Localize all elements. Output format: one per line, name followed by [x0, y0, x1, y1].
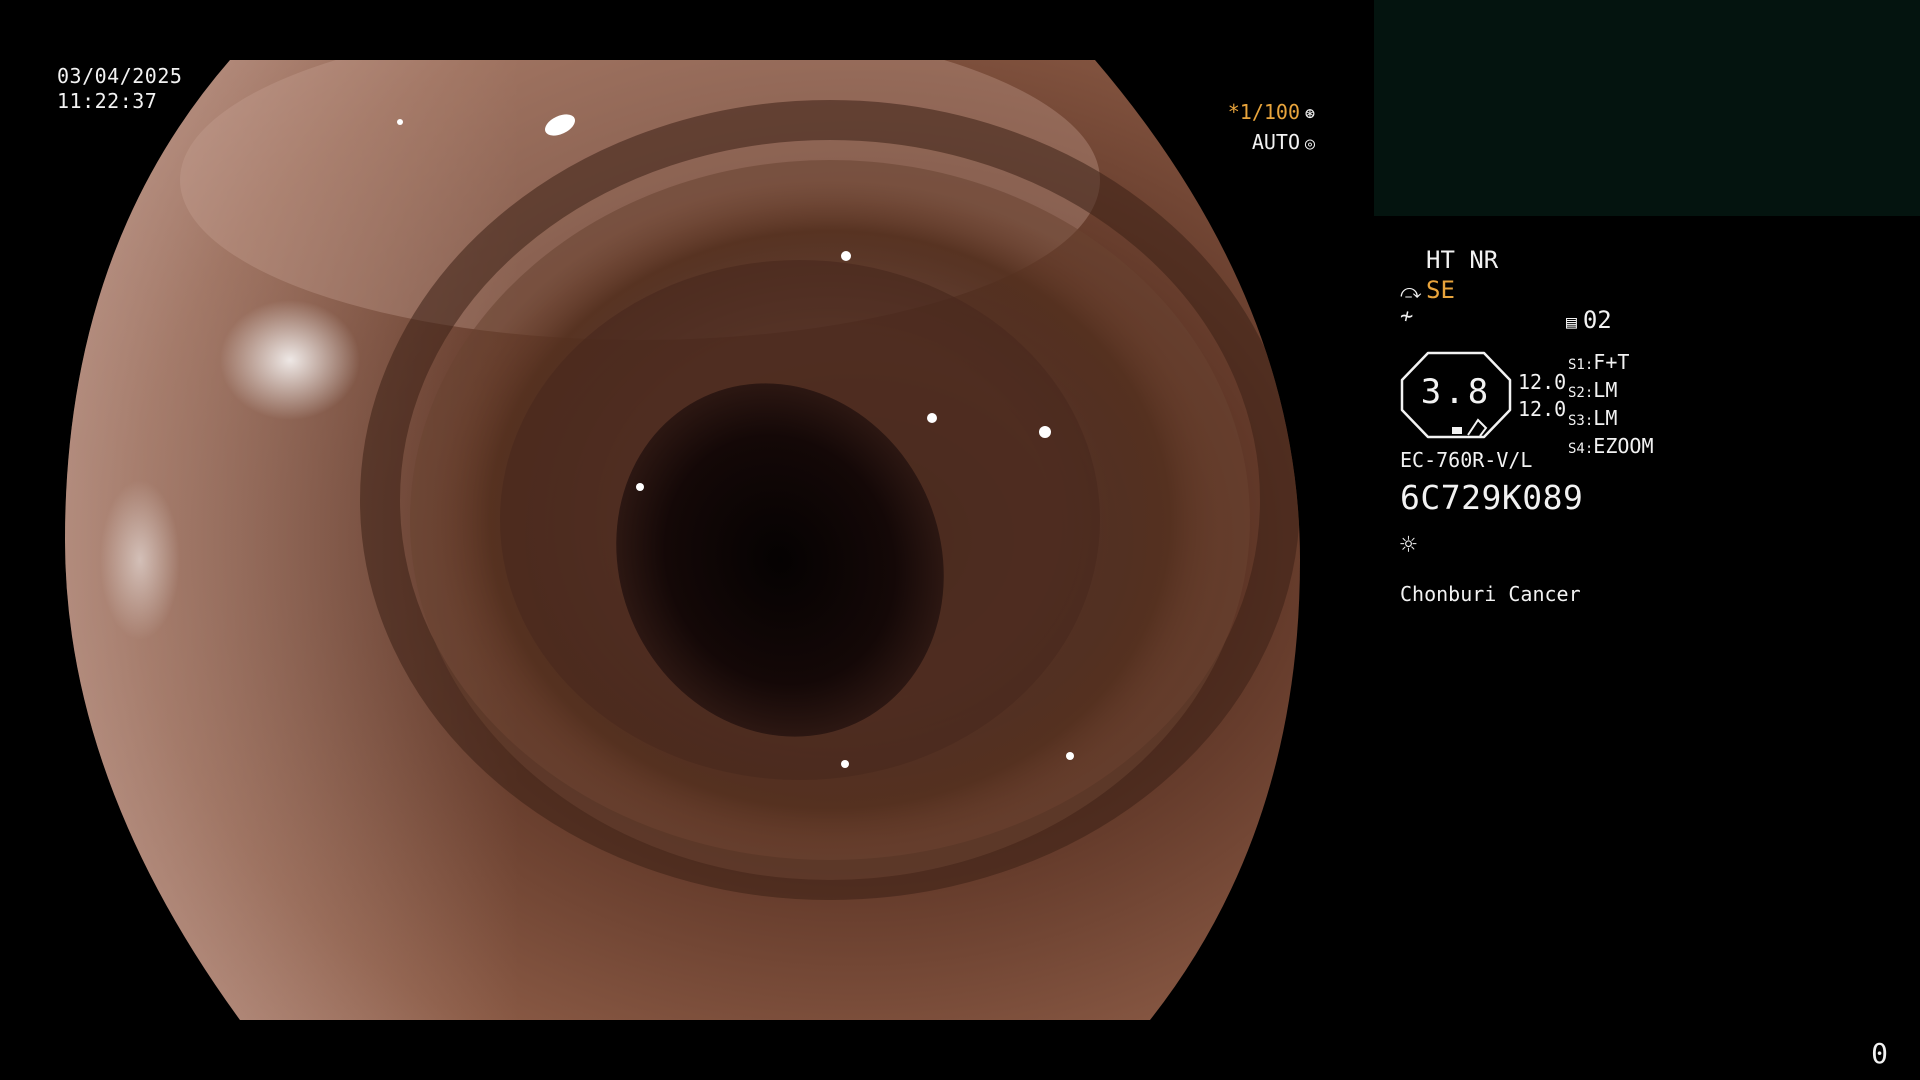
capture-time: 11:22:37 — [57, 89, 158, 113]
capture-date: 03/04/2025 — [57, 64, 183, 88]
institution-name: Chonburi Cancer — [1400, 582, 1581, 606]
scope-switch-list: S1:F+T S2:LM S3:LM S4:EZOOM — [1568, 350, 1654, 462]
gain-level: 02 — [1582, 306, 1612, 334]
shutter-info: *1/100 ⊛ AUTO ◎ — [1120, 98, 1320, 158]
gain-row: ▤ 02 — [1566, 306, 1612, 334]
scope-switch-s2: S2:LM — [1568, 378, 1654, 406]
shutter-speed: *1/100 — [1227, 100, 1300, 124]
preview-panel — [1374, 0, 1920, 216]
switch-value: LM — [1593, 378, 1618, 402]
zoom-value-a: 12.0 — [1518, 370, 1567, 394]
scope-switch-s4: S4:EZOOM — [1568, 434, 1654, 462]
light-source-icon: ☼ — [1400, 528, 1417, 561]
switch-key: S4: — [1568, 441, 1594, 457]
endoscopy-image — [0, 0, 1380, 1080]
scope-switch-s3: S3:LM — [1568, 406, 1654, 434]
iris-icon: ◎ — [1304, 134, 1316, 154]
switch-value: LM — [1593, 406, 1618, 430]
zoom-indicator: 3.8 — [1400, 350, 1512, 440]
aperture-icon: ⊛ — [1304, 104, 1316, 124]
switch-value: EZOOM — [1593, 434, 1654, 458]
zoom-value-b: 12.0 — [1518, 397, 1567, 421]
switch-key: S3: — [1568, 413, 1594, 429]
scope-model: EC-760R-V/L — [1400, 448, 1533, 472]
switch-key: S2: — [1568, 385, 1594, 401]
processing-modes: HT NR — [1426, 246, 1499, 274]
switch-value: F+T — [1593, 350, 1630, 374]
gain-icon: ▤ — [1566, 312, 1577, 333]
processor-info: HT NR ⤼ SE ≁ ▤ 02 3.8 12.0 12.0 S1:F+T S2:… — [1400, 240, 1900, 620]
iris-mode: AUTO — [1251, 130, 1300, 154]
capture-datetime: 03/04/2025 11:22:37 — [57, 64, 182, 114]
structure-enhance: SE — [1426, 276, 1455, 304]
color-curve-icon: ≁ — [1400, 304, 1414, 329]
scope-switch-s1: S1:F+T — [1568, 350, 1654, 378]
structure-enhance-row: ⤼ SE — [1400, 276, 1455, 304]
enhance-icon: ⤼ — [1400, 279, 1422, 303]
colon-lumen-image — [65, 60, 1300, 1020]
scope-serial: 6C729K089 — [1400, 478, 1584, 517]
shutter-speed-row: *1/100 ⊛ — [1120, 98, 1320, 128]
zoom-value: 3.8 — [1420, 372, 1492, 412]
image-counter: 0 — [1871, 1037, 1888, 1070]
switch-key: S1: — [1568, 357, 1594, 373]
iris-mode-row: AUTO ◎ — [1120, 128, 1320, 158]
